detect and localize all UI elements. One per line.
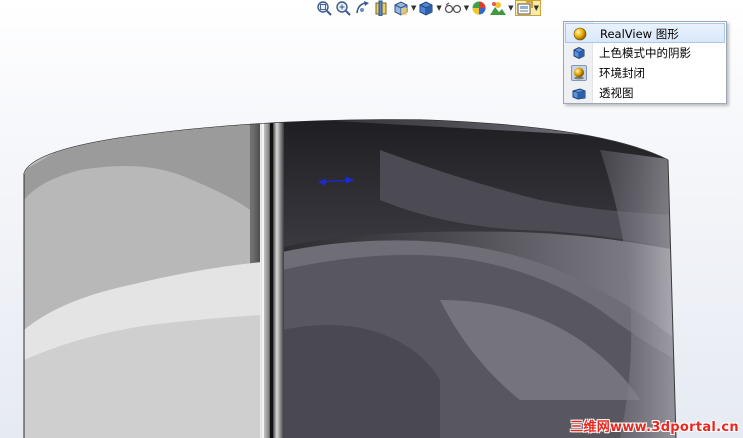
heads-up-view-toolbar: ▼ ▼ ▼ ▼ ▼ <box>316 0 541 16</box>
ambient-occlusion-icon <box>571 65 587 81</box>
zoom-to-area-button[interactable] <box>335 0 353 16</box>
view-orientation-dropdown-arrow[interactable]: ▼ <box>411 4 416 12</box>
section-view-button[interactable] <box>373 0 391 16</box>
menu-item-realview[interactable]: RealView 图形 <box>565 23 725 43</box>
menu-item-shadows-in-shaded-mode[interactable]: 上色模式中的阴影 <box>565 43 725 63</box>
zoom-to-area-icon <box>335 0 353 16</box>
apply-scene-icon <box>489 0 507 16</box>
zoom-to-fit-button[interactable] <box>316 0 334 16</box>
hide-show-items-dropdown-arrow[interactable]: ▼ <box>464 4 469 12</box>
graphics-area[interactable]: ▼ ▼ ▼ ▼ ▼ RealView 图形 上色模式中的阴影 环境封闭 透视图 … <box>0 0 743 438</box>
section-view-icon <box>373 0 391 16</box>
display-style-dropdown-arrow[interactable]: ▼ <box>436 4 441 12</box>
view-settings-icon <box>517 1 533 15</box>
display-style-icon <box>417 0 435 16</box>
apply-scene-dropdown-arrow[interactable]: ▼ <box>508 4 513 12</box>
edit-appearance-icon <box>470 0 488 16</box>
view-orientation-icon <box>392 0 410 16</box>
apply-scene-button[interactable]: ▼ <box>489 0 514 16</box>
menu-item-shadows-label: 上色模式中的阴影 <box>599 46 691 60</box>
view-orientation-button[interactable]: ▼ <box>392 0 416 16</box>
hide-show-items-icon <box>443 0 463 16</box>
menu-item-ambient-occlusion[interactable]: 环境封闭 <box>565 63 725 83</box>
view-settings-button[interactable]: ▼ <box>514 0 541 16</box>
edit-appearance-button[interactable] <box>470 0 488 16</box>
menu-item-perspective[interactable]: 透视图 <box>565 83 725 103</box>
previous-view-button[interactable] <box>354 0 372 16</box>
realview-icon <box>572 26 588 42</box>
view-settings-dropdown-arrow[interactable]: ▼ <box>534 4 539 12</box>
hide-show-items-button[interactable]: ▼ <box>443 0 469 16</box>
watermark-text: 三维网www.3dportal.cn <box>570 420 739 435</box>
display-style-button[interactable]: ▼ <box>417 0 442 16</box>
zoom-to-fit-icon <box>316 0 334 16</box>
menu-item-realview-label: RealView 图形 <box>600 27 679 41</box>
view-settings-menu: RealView 图形 上色模式中的阴影 环境封闭 透视图 <box>563 21 727 104</box>
shadows-icon <box>571 45 587 61</box>
menu-item-perspective-label: 透视图 <box>599 86 634 100</box>
menu-item-ambient-occlusion-label: 环境封闭 <box>599 66 645 80</box>
previous-view-icon <box>354 0 372 16</box>
perspective-icon <box>571 85 587 101</box>
